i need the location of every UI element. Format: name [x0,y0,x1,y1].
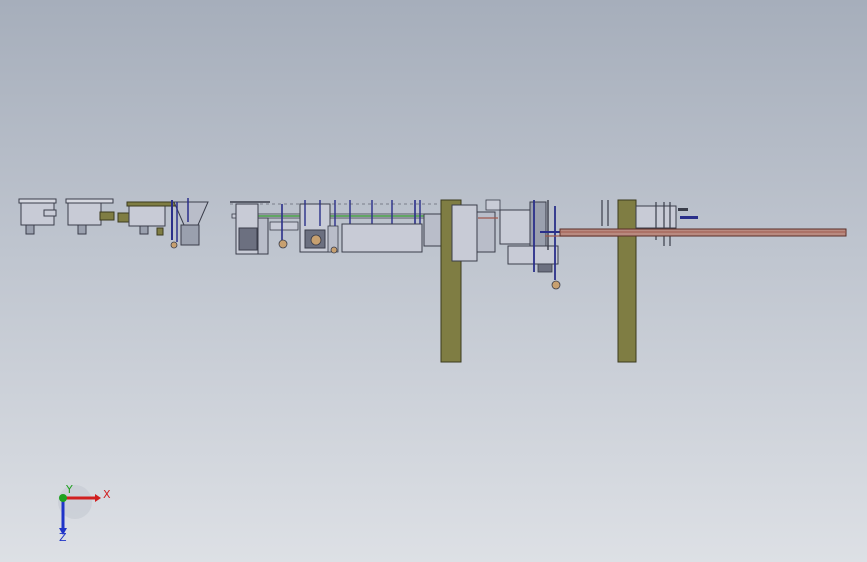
x-axis-arrowhead [95,494,101,502]
y-axis-label: Y [65,483,73,496]
3d-viewport[interactable]: X Y Z [0,0,867,562]
z-axis-label: Z [59,531,67,544]
x-axis-label: X [103,488,111,501]
coordinate-triad: X Y Z [58,483,111,544]
